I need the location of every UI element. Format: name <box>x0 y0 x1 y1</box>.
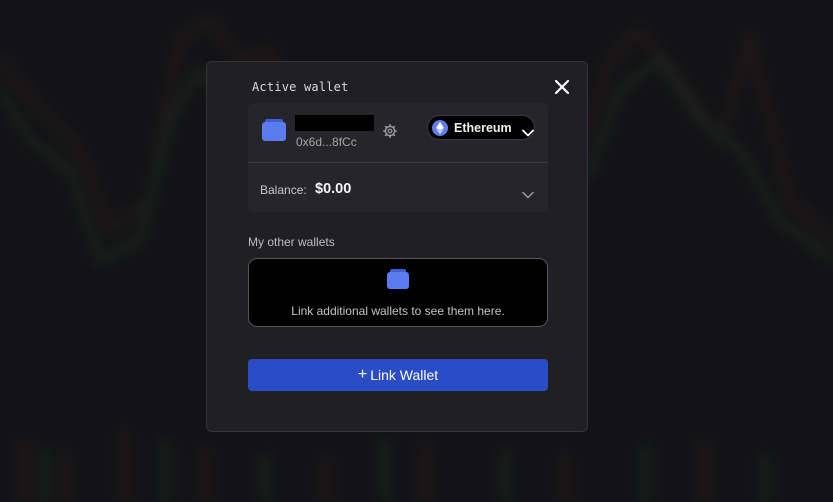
plus-icon: + <box>357 366 368 383</box>
network-select[interactable]: Ethereum <box>427 115 535 140</box>
link-wallet-button[interactable]: + Link Wallet <box>248 359 548 391</box>
chevron-down-icon <box>522 186 534 199</box>
wallet-icon <box>262 119 286 141</box>
active-wallet-card: 0x6d...8fCc Ethereum Balance: $0.00 <box>248 103 548 212</box>
close-icon[interactable] <box>553 78 571 96</box>
active-wallet-modal: Active wallet 0x6d...8fCc Ethereum Balan… <box>206 61 588 432</box>
balance-value: $0.00 <box>315 181 352 197</box>
ethereum-icon <box>432 119 448 136</box>
modal-title: Active wallet <box>252 80 349 94</box>
other-wallets-empty-text: Link additional wallets to see them here… <box>291 304 505 318</box>
other-wallets-heading: My other wallets <box>248 235 335 249</box>
network-label: Ethereum <box>454 120 512 135</box>
gear-icon[interactable] <box>383 124 397 138</box>
link-wallet-label: Link Wallet <box>370 367 439 383</box>
chevron-down-icon <box>521 124 534 136</box>
wallet-address: 0x6d...8fCc <box>296 135 357 149</box>
wallet-row: 0x6d...8fCc Ethereum <box>248 103 548 161</box>
wallet-name-redacted <box>295 115 374 131</box>
balance-row[interactable]: Balance: $0.00 <box>248 163 548 212</box>
other-wallets-empty-state: Link additional wallets to see them here… <box>248 258 548 327</box>
balance-label: Balance: <box>260 183 307 197</box>
wallet-icon <box>387 269 409 289</box>
